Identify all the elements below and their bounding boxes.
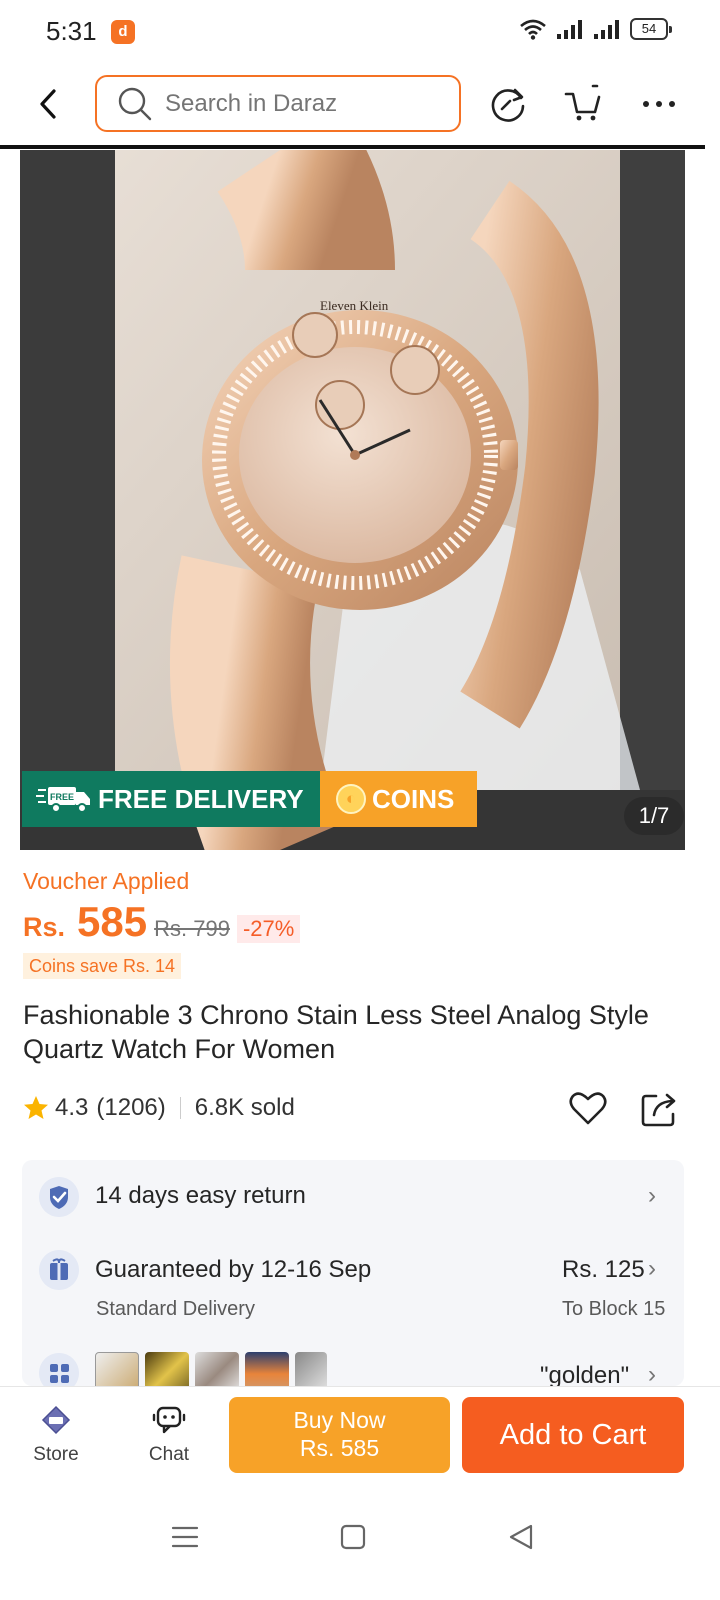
free-tag-text: FREE [50, 792, 74, 802]
free-delivery-label: FREE DELIVERY [98, 783, 304, 814]
delivery-truck-icon: FREE [36, 787, 90, 813]
nav-divider [0, 145, 705, 149]
buy-now-button[interactable]: Buy Now Rs. 585 [229, 1397, 450, 1473]
system-nav-bar [0, 1488, 720, 1600]
rating-divider [179, 1097, 181, 1119]
chevron-right-icon: › [648, 1361, 656, 1386]
chevron-right-icon: › [648, 1255, 656, 1282]
voucher-applied-label: Voucher Applied [23, 868, 190, 894]
more-icon[interactable] [640, 84, 680, 124]
original-price: Rs. 799 [154, 916, 230, 941]
search-input[interactable] [165, 89, 445, 118]
variant-thumbnail[interactable] [95, 1352, 139, 1386]
free-delivery-banner: FREE FREE DELIVERY [22, 771, 320, 827]
variant-thumbnail[interactable] [195, 1352, 239, 1386]
variant-thumbnails [95, 1352, 327, 1386]
service-card: 14 days easy return › Guaranteed by 12-1… [22, 1160, 684, 1386]
signal-icon [557, 20, 582, 39]
gift-box-icon [39, 1250, 79, 1290]
chat-label: Chat [148, 1444, 190, 1465]
chat-button[interactable]: Chat [133, 1405, 205, 1466]
buy-now-label: Buy Now [293, 1407, 386, 1433]
rating-value: 4.3 [55, 1094, 89, 1121]
home-icon[interactable] [338, 1522, 368, 1552]
search-icon [118, 87, 152, 120]
wifi-icon [520, 19, 546, 40]
signal-icon-2 [594, 20, 619, 39]
return-policy-label: 14 days easy return [95, 1182, 306, 1209]
variant-value: "golden" [540, 1362, 630, 1386]
price-value: 585 [77, 898, 148, 945]
coins-banner: ◐ COINS [320, 771, 477, 827]
top-nav [0, 64, 720, 146]
rating-row[interactable]: 4.3 (1206) 6.8K sold [23, 1090, 295, 1126]
battery-indicator: 54 [630, 18, 672, 40]
variant-grid-icon [39, 1353, 79, 1386]
variant-thumbnail[interactable] [145, 1352, 189, 1386]
image-counter: 1/7 [624, 797, 684, 835]
price-currency: Rs. [23, 912, 66, 942]
bottom-action-bar: Store Chat Buy Now Rs. 585 Add to Cart [0, 1386, 720, 1488]
share-icon[interactable] [640, 1088, 678, 1128]
coin-icon: ◐ [336, 784, 366, 814]
back-arrow-icon[interactable] [32, 86, 64, 122]
coins-label: COINS [372, 783, 455, 814]
watch-photo: Eleven Klein [20, 150, 685, 850]
price-row: Rs. 585 Rs. 799 -27% [23, 898, 301, 948]
delivery-type: Standard Delivery [96, 1298, 255, 1320]
back-triangle-icon[interactable] [506, 1522, 536, 1552]
rating-count: (1206) [96, 1094, 166, 1121]
status-time: 5:31 [46, 16, 97, 46]
variant-thumbnail[interactable] [245, 1352, 289, 1386]
delivery-guarantee-label: Guaranteed by 12-16 Sep [95, 1256, 372, 1283]
coins-save-badge: Coins save Rs. 14 [23, 953, 182, 979]
star-icon [24, 1096, 48, 1119]
buy-now-price: Rs. 585 [299, 1435, 380, 1461]
chevron-right-icon: › [648, 1182, 656, 1209]
shield-check-icon [39, 1177, 79, 1217]
watch-logo-text: Eleven Klein [320, 298, 389, 313]
chat-icon [152, 1406, 186, 1434]
store-label: Store [33, 1444, 79, 1465]
delivery-location: To Block 15 [562, 1298, 666, 1320]
heart-icon[interactable] [568, 1088, 608, 1128]
product-title: Fashionable 3 Chrono Stain Less Steel An… [23, 1000, 649, 1064]
status-bar: 5:31 d 54 [0, 0, 720, 64]
sold-count: 6.8K sold [194, 1094, 295, 1121]
menu-icon[interactable] [170, 1522, 200, 1552]
variant-thumbnail[interactable] [295, 1352, 327, 1386]
product-image[interactable]: Eleven Klein [20, 150, 685, 850]
discount-badge: -27% [236, 915, 301, 943]
status-indicators: 54 [519, 18, 672, 40]
delivery-fee: Rs. 125 [562, 1256, 645, 1283]
search-bar[interactable] [95, 75, 461, 132]
daraz-app-icon: d [111, 20, 135, 44]
store-icon [41, 1405, 71, 1435]
cart-icon[interactable] [563, 84, 603, 124]
add-to-cart-button[interactable]: Add to Cart [462, 1397, 684, 1473]
store-button[interactable]: Store [20, 1405, 92, 1466]
refresh-icon[interactable] [488, 84, 528, 124]
